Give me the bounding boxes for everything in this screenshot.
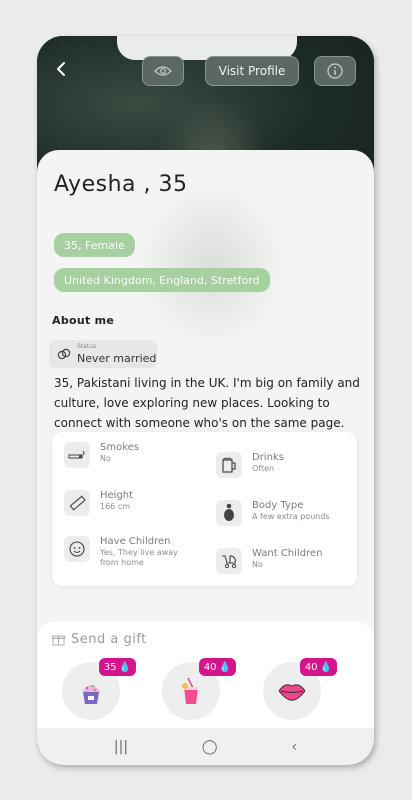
- detail-value: No: [252, 560, 263, 569]
- gift-drink[interactable]: 40 💧: [162, 658, 236, 720]
- detail-have-children: Have Children Yes, They live away from ho…: [64, 536, 190, 568]
- drop-icon: 💧: [118, 661, 131, 673]
- profile-card: Ayesha , 35 35, Female United Kingdom, E…: [37, 150, 374, 650]
- detail-height: Height 166 cm: [64, 490, 133, 516]
- detail-title: Body Type: [252, 500, 304, 511]
- status-box: Status Never married: [49, 340, 157, 368]
- about-me-heading: About me: [52, 314, 115, 327]
- gift-icon: [52, 635, 65, 646]
- detail-value: A few extra pounds: [252, 512, 330, 521]
- bio-text: 35, Pakistani living in the UK. I'm big …: [54, 376, 360, 430]
- android-nav-bar: ||| ◯ ‹: [37, 728, 374, 765]
- ruler-icon: [64, 490, 90, 516]
- detail-value: 166 cm: [100, 502, 131, 511]
- stroller-icon: [216, 548, 242, 574]
- back-nav-icon[interactable]: ‹: [291, 739, 297, 755]
- detail-title: Smokes: [100, 442, 140, 453]
- info-button[interactable]: [314, 56, 356, 86]
- status-value: Never married: [77, 352, 157, 365]
- visit-profile-button[interactable]: Visit Profile: [205, 56, 299, 86]
- gift-price: 40: [203, 661, 217, 673]
- detail-title: Have Children: [100, 536, 171, 547]
- drink-icon: [182, 677, 198, 704]
- back-arrow-icon: [57, 62, 65, 76]
- profile-name: Ayesha , 35: [54, 172, 188, 197]
- status-label: Status: [77, 343, 97, 350]
- home-icon[interactable]: ◯: [202, 739, 218, 755]
- detail-drinks: Drinks Often: [216, 452, 284, 478]
- recent-apps-icon[interactable]: |||: [114, 739, 128, 755]
- details-panel: Smokes No Drinks Often Height 166 cm Body T…: [52, 432, 357, 586]
- send-gift-heading: Send a gift: [71, 632, 147, 647]
- rings-icon: [57, 348, 71, 360]
- detail-title: Height: [100, 490, 134, 501]
- eye-icon: [154, 66, 172, 76]
- gift-cupcake[interactable]: 35 💧: [62, 658, 136, 720]
- cupcake-icon: [82, 685, 100, 704]
- back-button[interactable]: [51, 58, 73, 80]
- detail-value: Often: [252, 464, 275, 473]
- send-gift-section: Send a gift 35 💧 40 💧 40 💧: [37, 622, 374, 742]
- gift-price-badge: 35 💧: [98, 658, 136, 676]
- detail-body-type: Body Type A few extra pounds: [216, 500, 330, 526]
- location-chip: United Kingdom, England, Stretford: [54, 268, 270, 292]
- body-icon: [216, 500, 242, 526]
- gift-price: 40: [304, 661, 318, 673]
- baby-face-icon: [64, 536, 90, 562]
- drop-icon: 💧: [218, 661, 231, 673]
- phone-frame: 20:18 Visit Profile Ayesha , 35 35, Fema…: [37, 36, 374, 765]
- info-icon: [327, 63, 343, 79]
- gift-lips[interactable]: 40 💧: [263, 658, 337, 720]
- detail-want-children: Want Children No: [216, 548, 322, 574]
- detail-value: Yes, They live away from home: [100, 548, 178, 567]
- lips-icon: [278, 684, 306, 701]
- detail-title: Want Children: [252, 548, 323, 559]
- beer-mug-icon: [216, 452, 242, 478]
- gift-price: 35: [103, 661, 117, 673]
- gift-price-badge: 40 💧: [299, 658, 337, 676]
- view-button[interactable]: [142, 56, 184, 86]
- status-time: 20:18: [59, 42, 88, 53]
- detail-smokes: Smokes No: [64, 442, 139, 468]
- detail-title: Drinks: [252, 452, 284, 463]
- drop-icon: 💧: [319, 661, 332, 673]
- cigarette-icon: [64, 442, 90, 468]
- gift-price-badge: 40 💧: [198, 658, 236, 676]
- age-gender-chip: 35, Female: [54, 233, 135, 257]
- detail-value: No: [100, 454, 111, 463]
